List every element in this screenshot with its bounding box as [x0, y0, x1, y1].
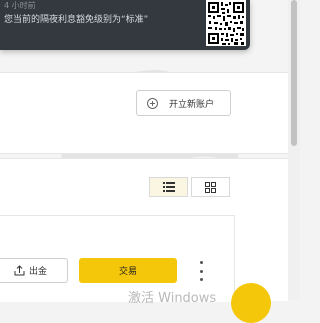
app-root: 4 小时前 您当前的隔夜利息豁免级别为“标准” 开立新账户 出金 交易 激活 W…: [0, 0, 288, 323]
trade-label: 交易: [118, 267, 137, 277]
view-toggle: [149, 177, 230, 197]
open-new-account-button[interactable]: 开立新账户: [136, 90, 231, 116]
open-new-account-label: 开立新账户: [169, 99, 215, 110]
withdraw-button[interactable]: 出金: [0, 258, 68, 283]
grid-icon: [205, 181, 216, 193]
accounts-card: 开立新账户: [0, 72, 288, 154]
withdraw-label: 出金: [29, 267, 48, 277]
trade-button[interactable]: 交易: [79, 258, 177, 283]
wallet-card: 出金 交易: [0, 158, 288, 302]
activate-windows-watermark: 激活 Windows: [128, 291, 217, 306]
notification-message: 您当前的隔夜利息豁免级别为“标准”: [4, 15, 149, 25]
chat-support-button[interactable]: [231, 283, 271, 323]
list-view-button[interactable]: [149, 177, 188, 197]
plus-circle-icon: [147, 97, 158, 109]
notification-toast[interactable]: 4 小时前 您当前的隔夜利息豁免级别为“标准”: [0, 0, 250, 50]
scrollbar-thumb[interactable]: [291, 0, 297, 146]
list-icon: [162, 182, 175, 192]
qr-code-icon: [206, 0, 246, 46]
notification-time: 4 小时前: [4, 1, 36, 10]
grid-view-button[interactable]: [191, 177, 230, 197]
more-vertical-icon[interactable]: [196, 261, 206, 281]
upload-icon: [14, 265, 25, 276]
page-scrollbar[interactable]: [288, 0, 300, 300]
